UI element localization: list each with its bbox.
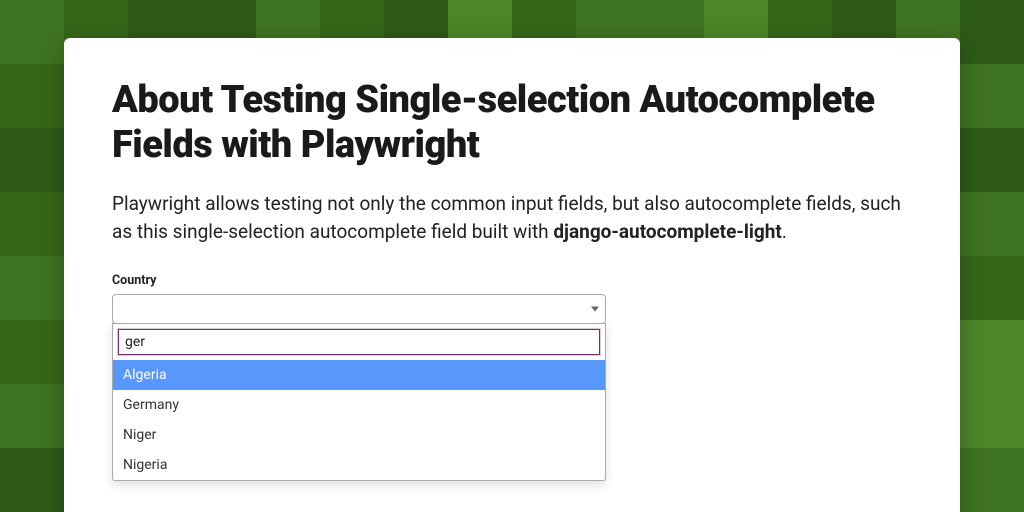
intro-text-bold: django-autocomplete-light: [553, 220, 781, 243]
autocomplete-results: AlgeriaGermanyNigerNigeria: [113, 360, 605, 480]
autocomplete-option[interactable]: Algeria: [113, 360, 605, 390]
intro-text-post: .: [782, 220, 787, 243]
autocomplete-dropdown: AlgeriaGermanyNigerNigeria: [112, 323, 606, 481]
country-field-label: Country: [112, 273, 912, 288]
country-autocomplete[interactable]: AlgeriaGermanyNigerNigeria: [112, 294, 606, 481]
article-card: About Testing Single-selection Autocompl…: [64, 38, 960, 512]
autocomplete-option[interactable]: Germany: [113, 390, 605, 420]
intro-paragraph: Playwright allows testing not only the c…: [112, 190, 912, 247]
autocomplete-option[interactable]: Nigeria: [113, 450, 605, 480]
autocomplete-search-input[interactable]: [118, 329, 600, 355]
page-title: About Testing Single-selection Autocompl…: [112, 78, 912, 168]
chevron-down-icon: [591, 306, 599, 311]
autocomplete-selection[interactable]: [112, 294, 606, 324]
autocomplete-option[interactable]: Niger: [113, 420, 605, 450]
